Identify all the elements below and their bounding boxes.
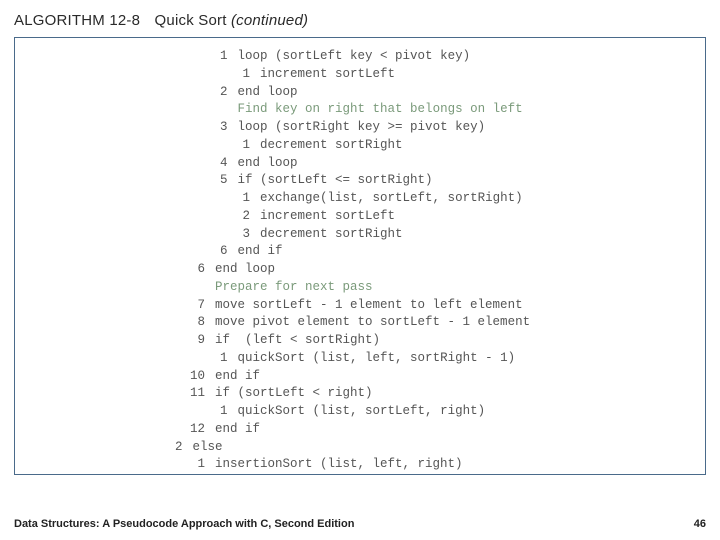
line-number: 2 — [25, 84, 228, 102]
line-number: 4 — [25, 155, 228, 173]
code-text: quickSort (list, left, sortRight - 1) — [238, 350, 695, 368]
code-text: increment sortLeft — [260, 66, 695, 84]
code-text: end loop — [238, 84, 695, 102]
page-number: 46 — [694, 518, 706, 530]
line-number: 2 — [25, 439, 183, 457]
code-line: 1 quickSort (list, left, sortRight - 1) — [25, 350, 695, 368]
line-number: 3 — [25, 474, 183, 475]
code-comment: Prepare for next pass — [215, 279, 695, 297]
slide-page: ALGORITHM 12-8 Quick Sort (continued) 1l… — [0, 0, 720, 540]
code-line: Prepare for next pass — [25, 279, 695, 297]
line-number: 1 — [25, 190, 250, 208]
code-line: Find key on right that belongs on left — [25, 101, 695, 119]
code-line: 11 if (sortLeft < right) — [25, 385, 695, 403]
line-number: 1 — [25, 48, 228, 66]
code-line: 1 loop (sortLeft key < pivot key) — [25, 48, 695, 66]
line-number: 6 — [25, 243, 228, 261]
book-title: Data Structures: A Pseudocode Approach w… — [14, 518, 354, 530]
algorithm-title: Quick Sort — [155, 12, 227, 29]
code-text: end loop — [215, 261, 695, 279]
code-text: if (sortLeft < right) — [215, 385, 695, 403]
code-text: insertionSort (list, left, right) — [215, 456, 695, 474]
code-line: 7 move sortLeft - 1 element to left eleme… — [25, 297, 695, 315]
code-line: 12 end if — [25, 421, 695, 439]
code-line: 2 else — [25, 439, 695, 457]
code-line: 6 end if — [25, 243, 695, 261]
code-line: 3 loop (sortRight key >= pivot key) — [25, 119, 695, 137]
code-line: 3 decrement sortRight — [25, 226, 695, 244]
code-text: decrement sortRight — [260, 137, 695, 155]
algorithm-continued: (continued) — [231, 12, 308, 29]
code-line: 10 end if — [25, 368, 695, 386]
line-number: 11 — [25, 385, 205, 403]
code-line: 1 exchange(list, sortLeft, sortRight) — [25, 190, 695, 208]
code-text: quickSort (list, sortLeft, right) — [238, 403, 695, 421]
code-text: move pivot element to sortLeft - 1 eleme… — [215, 314, 695, 332]
code-text: else — [193, 439, 695, 457]
line-number: 3 — [25, 119, 228, 137]
algorithm-label: ALGORITHM 12-8 — [14, 12, 140, 29]
code-text: increment sortLeft — [260, 208, 695, 226]
line-number: 1 — [25, 403, 228, 421]
line-number: 1 — [25, 350, 228, 368]
code-line: 1 quickSort (list, sortLeft, right) — [25, 403, 695, 421]
line-number: 8 — [25, 314, 205, 332]
code-text: if (sortLeft <= sortRight) — [238, 172, 695, 190]
code-line: 6 end loop — [25, 261, 695, 279]
line-number: 10 — [25, 368, 205, 386]
algorithm-header: ALGORITHM 12-8 Quick Sort (continued) — [0, 0, 720, 37]
line-number: 3 — [25, 226, 250, 244]
code-line: 1 increment sortLeft — [25, 66, 695, 84]
code-text: move sortLeft - 1 element to left elemen… — [215, 297, 695, 315]
code-text: end if — [215, 421, 695, 439]
line-number — [25, 279, 205, 297]
code-line: 5 if (sortLeft <= sortRight) — [25, 172, 695, 190]
line-number: 1 — [25, 137, 250, 155]
code-comment: Find key on right that belongs on left — [238, 101, 695, 119]
line-number: 1 — [25, 66, 250, 84]
line-number: 1 — [25, 456, 205, 474]
code-line: 8 move pivot element to sortLeft - 1 elem… — [25, 314, 695, 332]
code-text: end if — [215, 368, 695, 386]
line-number: 7 — [25, 297, 205, 315]
pseudocode-box: 1loop (sortLeft key < pivot key)1increme… — [14, 37, 706, 475]
code-line: 3 end if — [25, 474, 695, 475]
code-text: if (left < sortRight) — [215, 332, 695, 350]
line-number: 9 — [25, 332, 205, 350]
code-text: end if — [193, 474, 695, 475]
code-text: exchange(list, sortLeft, sortRight) — [260, 190, 695, 208]
code-text: loop (sortLeft key < pivot key) — [238, 48, 695, 66]
line-number: 6 — [25, 261, 205, 279]
code-text: end loop — [238, 155, 695, 173]
code-line: 2 increment sortLeft — [25, 208, 695, 226]
code-text: decrement sortRight — [260, 226, 695, 244]
code-line: 2 end loop — [25, 84, 695, 102]
line-number: 2 — [25, 208, 250, 226]
code-text: loop (sortRight key >= pivot key) — [238, 119, 695, 137]
code-text: end if — [238, 243, 695, 261]
code-line: 9 if (left < sortRight) — [25, 332, 695, 350]
code-line: 4 end loop — [25, 155, 695, 173]
line-number — [25, 101, 228, 119]
slide-footer: Data Structures: A Pseudocode Approach w… — [14, 518, 706, 530]
line-number: 12 — [25, 421, 205, 439]
line-number: 5 — [25, 172, 228, 190]
code-line: 1 insertionSort (list, left, right) — [25, 456, 695, 474]
code-line: 1 decrement sortRight — [25, 137, 695, 155]
